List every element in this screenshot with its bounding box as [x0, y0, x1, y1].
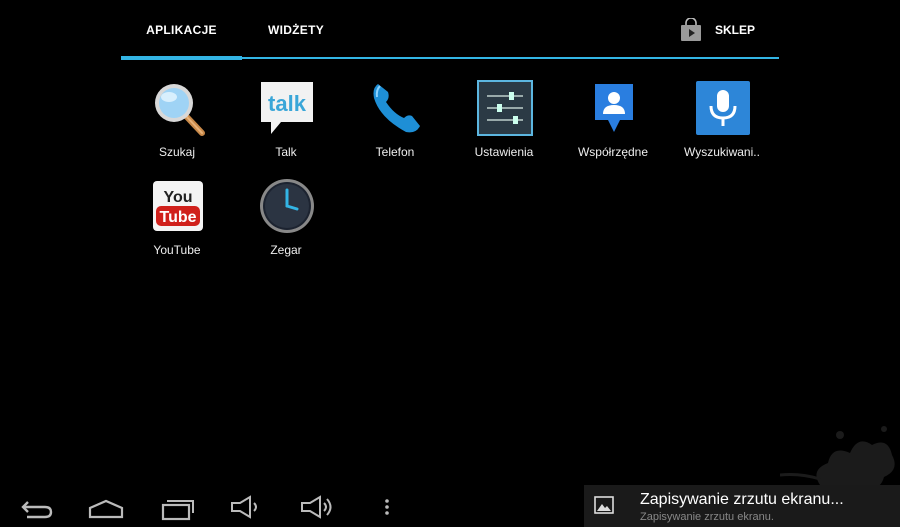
- magnifier-icon: [155, 84, 205, 136]
- app-ustawienia[interactable]: Ustawienia: [450, 80, 558, 170]
- home-icon[interactable]: [86, 493, 126, 521]
- store-label: SKLEP: [715, 23, 756, 37]
- tab-widgets-label: WIDŻETY: [267, 23, 325, 37]
- svg-text:You: You: [163, 189, 192, 206]
- image-icon: [594, 496, 614, 514]
- app-label: YouTube: [153, 243, 201, 257]
- notification-subtitle: Zapisywanie zrzutu ekranu.: [640, 511, 774, 523]
- recent-apps-icon[interactable]: [157, 493, 197, 521]
- menu-overflow-icon[interactable]: [367, 493, 407, 521]
- app-zegar[interactable]: Zegar: [232, 178, 340, 268]
- clock-icon: [260, 179, 314, 233]
- notification-title: Zapisywanie zrzutu ekranu...: [640, 491, 844, 508]
- app-telefon[interactable]: Telefon: [341, 80, 449, 170]
- app-label: Wyszukiwani..: [684, 145, 760, 159]
- app-szukaj[interactable]: Szukaj: [123, 80, 231, 170]
- app-label: Talk: [275, 145, 297, 159]
- tab-divider: [121, 57, 779, 59]
- app-wyszukiwanie-glosowe[interactable]: Wyszukiwani..: [668, 80, 776, 170]
- settings-sliders-icon: [477, 80, 533, 136]
- back-icon[interactable]: [15, 493, 55, 521]
- app-label: Telefon: [375, 145, 415, 159]
- volume-down-icon[interactable]: [228, 493, 268, 521]
- tab-bar: APLIKACJE WIDŻETY SKLEP: [121, 0, 779, 60]
- tab-apps[interactable]: APLIKACJE: [121, 0, 242, 60]
- svg-text:Tube: Tube: [159, 209, 196, 226]
- watermark-splat: [780, 426, 895, 491]
- app-wspolrzedne[interactable]: Współrzędne: [559, 80, 667, 170]
- app-label: Zegar: [270, 243, 302, 257]
- app-label: Ustawienia: [474, 145, 534, 159]
- store-button[interactable]: SKLEP: [669, 0, 779, 60]
- app-label: Współrzędne: [577, 145, 649, 159]
- volume-up-icon[interactable]: [298, 493, 338, 521]
- app-talk[interactable]: talk Talk: [232, 80, 340, 170]
- shopping-bag-icon: [681, 18, 701, 41]
- voice-search-mic-icon: [696, 81, 750, 135]
- svg-text:talk: talk: [268, 91, 307, 116]
- latitude-pin-icon: [595, 84, 633, 132]
- app-label: Szukaj: [158, 145, 196, 159]
- screenshot-notification[interactable]: Zapisywanie zrzutu ekranu... Zapisywanie…: [584, 485, 900, 527]
- tab-apps-label: APLIKACJE: [146, 23, 217, 37]
- youtube-icon: You Tube: [153, 181, 203, 231]
- tab-widgets[interactable]: WIDŻETY: [242, 0, 350, 60]
- app-youtube[interactable]: You Tube YouTube: [123, 178, 231, 268]
- phone-icon: [373, 84, 420, 133]
- talk-icon: talk: [261, 82, 313, 134]
